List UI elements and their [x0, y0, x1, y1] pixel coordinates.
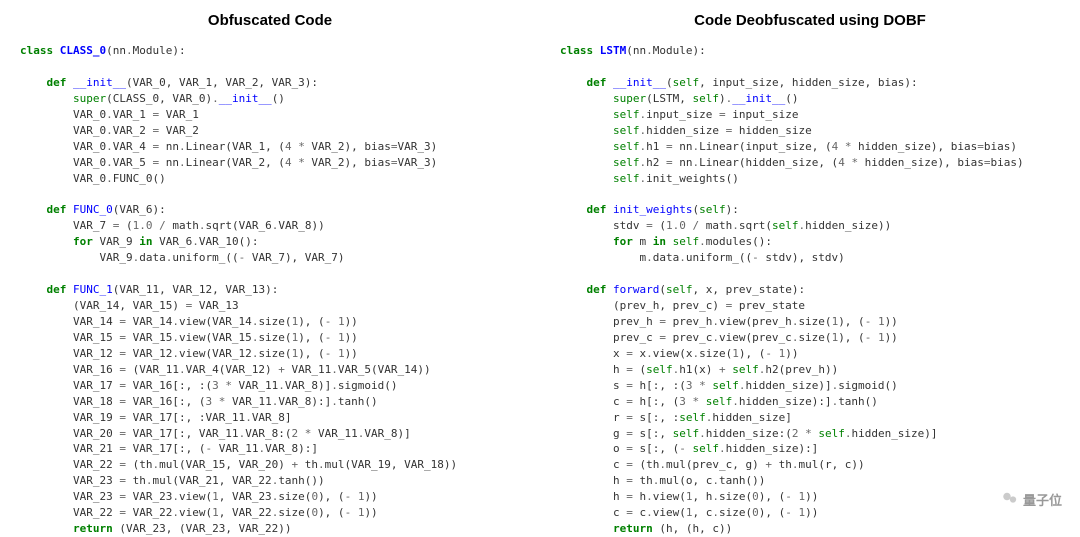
- right-title: Code Deobfuscated using DOBF: [560, 12, 1060, 29]
- left-title: Obfuscated Code: [20, 12, 520, 29]
- watermark: 量子位: [1001, 489, 1062, 510]
- left-code-block: class CLASS_0(nn.Module): def __init__(V…: [20, 43, 520, 537]
- right-code-block: class LSTM(nn.Module): def __init__(self…: [560, 43, 1060, 537]
- comparison-container: Obfuscated Code class CLASS_0(nn.Module)…: [0, 0, 1080, 520]
- wechat-icon: [1001, 489, 1019, 510]
- watermark-text: 量子位: [1023, 490, 1062, 509]
- right-column: Code Deobfuscated using DOBF class LSTM(…: [540, 0, 1080, 520]
- left-column: Obfuscated Code class CLASS_0(nn.Module)…: [0, 0, 540, 520]
